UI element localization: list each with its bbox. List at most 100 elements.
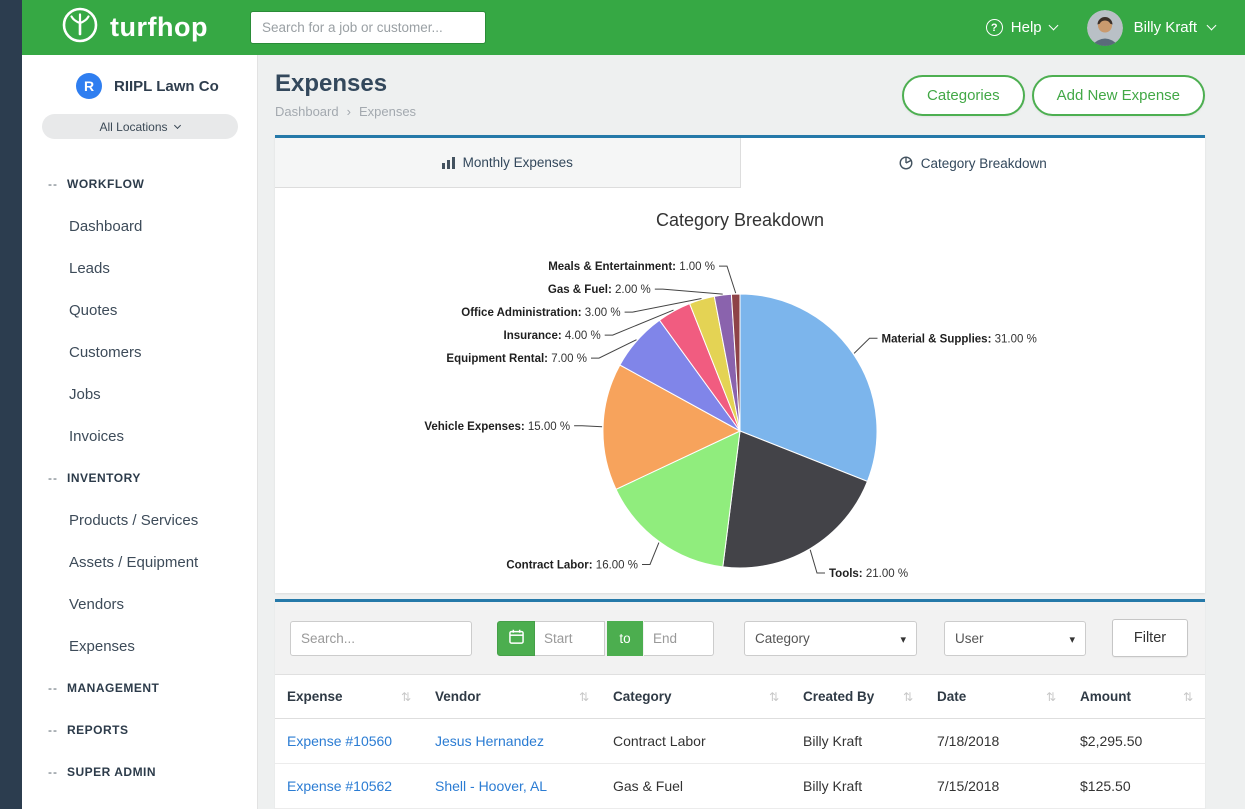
- brand-name: turfhop: [110, 12, 208, 43]
- created-by-cell: Billy Kraft: [791, 719, 925, 763]
- created-by-cell: Billy Kraft: [791, 764, 925, 808]
- column-header-date[interactable]: Date: [925, 675, 1068, 719]
- column-header-amount[interactable]: Amount: [1068, 675, 1205, 719]
- chart-title: Category Breakdown: [656, 210, 824, 230]
- category-cell: Contract Labor: [601, 719, 791, 763]
- tree-dash-icon: [48, 471, 58, 485]
- sidebar-nav: WORKFLOW Dashboard Leads Quotes Customer…: [22, 163, 257, 793]
- pie-label: Office Administration: 3.00 %: [461, 307, 620, 319]
- tab-monthly-expenses[interactable]: Monthly Expenses: [275, 138, 741, 188]
- chevron-down-icon: [1207, 21, 1217, 31]
- locations-label: All Locations: [99, 120, 167, 134]
- filter-bar: to Category User Filter: [275, 602, 1205, 674]
- global-search-input[interactable]: [250, 11, 486, 44]
- breadcrumb-dashboard[interactable]: Dashboard: [275, 104, 339, 119]
- sort-arrows-icon[interactable]: [579, 689, 589, 704]
- date-cell: 7/15/2018: [925, 764, 1068, 808]
- bar-chart-icon: [442, 157, 455, 169]
- sort-arrows-icon[interactable]: [903, 689, 913, 704]
- page-title: Expenses: [275, 71, 416, 97]
- tab-category-breakdown[interactable]: Category Breakdown: [741, 138, 1206, 188]
- nav-section-super-admin[interactable]: SUPER ADMIN: [22, 751, 257, 793]
- user-menu[interactable]: Billy Kraft: [1087, 10, 1215, 46]
- expense-link[interactable]: Expense #10560: [287, 733, 392, 749]
- left-edge-strip: [0, 0, 22, 809]
- company: R RIIPL Lawn Co: [22, 73, 257, 99]
- breadcrumb-expenses: Expenses: [359, 104, 416, 119]
- categories-button[interactable]: Categories: [902, 75, 1025, 116]
- company-logo: R: [76, 73, 102, 99]
- date-end-input[interactable]: [644, 621, 714, 656]
- help-label: Help: [1011, 19, 1042, 36]
- table-header-row: Expense Vendor Category Created By Date …: [275, 675, 1205, 719]
- user-select[interactable]: User: [944, 621, 1086, 656]
- nav-section-inventory: INVENTORY: [22, 457, 257, 499]
- sidebar-item-quotes[interactable]: Quotes: [22, 289, 257, 331]
- tree-dash-icon: [48, 765, 58, 779]
- sidebar-item-expenses[interactable]: Expenses: [22, 625, 257, 667]
- sidebar-item-dashboard[interactable]: Dashboard: [22, 205, 257, 247]
- calendar-button[interactable]: [497, 621, 535, 656]
- vendor-link[interactable]: Shell - Hoover, AL: [435, 778, 547, 794]
- sidebar-item-assets-equipment[interactable]: Assets / Equipment: [22, 541, 257, 583]
- filter-table-card: to Category User Filter Expens: [275, 599, 1205, 809]
- table-row: Expense #10562 Shell - Hoover, AL Gas & …: [275, 764, 1205, 809]
- pie-label-connector: [642, 543, 659, 565]
- filter-button[interactable]: Filter: [1112, 619, 1188, 657]
- sidebar-item-jobs[interactable]: Jobs: [22, 373, 257, 415]
- chevron-right-icon: [347, 104, 351, 119]
- sort-arrows-icon[interactable]: [1183, 689, 1193, 704]
- nav-section-reports[interactable]: REPORTS: [22, 709, 257, 751]
- turfhop-logo-icon: [60, 5, 100, 50]
- chevron-down-icon: [173, 122, 180, 129]
- nav-section-workflow: WORKFLOW: [22, 163, 257, 205]
- amount-cell: $2,295.50: [1068, 719, 1205, 763]
- sidebar-item-leads[interactable]: Leads: [22, 247, 257, 289]
- pie-label-connector: [810, 550, 825, 573]
- locations-dropdown[interactable]: All Locations: [42, 114, 238, 139]
- tab-bar: Monthly Expenses Category Breakdown: [275, 138, 1205, 188]
- nav-section-management[interactable]: MANAGEMENT: [22, 667, 257, 709]
- add-new-expense-button[interactable]: Add New Expense: [1032, 75, 1205, 116]
- date-start-input[interactable]: [535, 621, 605, 656]
- topbar: turfhop Help Billy Kraft: [22, 0, 1245, 55]
- sidebar-item-invoices[interactable]: Invoices: [22, 415, 257, 457]
- main-content: Expenses Dashboard Expenses Categories A…: [258, 55, 1245, 809]
- chart-card: Monthly Expenses Category Breakdown Cate…: [275, 135, 1205, 593]
- table-row: Expense #10560 Jesus Hernandez Contract …: [275, 719, 1205, 764]
- sidebar: R RIIPL Lawn Co All Locations WORKFLOW D…: [22, 55, 258, 809]
- topbar-right: Help Billy Kraft: [986, 10, 1215, 46]
- caret-down-icon: [900, 631, 906, 646]
- pie-label: Tools: 21.00 %: [829, 568, 908, 580]
- sort-arrows-icon[interactable]: [769, 689, 779, 704]
- pie-label: Meals & Entertainment: 1.00 %: [548, 261, 715, 273]
- date-cell: 7/18/2018: [925, 719, 1068, 763]
- pie-label: Gas & Fuel: 2.00 %: [548, 284, 651, 296]
- column-header-vendor[interactable]: Vendor: [423, 675, 601, 719]
- pie-label: Contract Labor: 16.00 %: [506, 560, 638, 572]
- pie-label: Material & Supplies: 31.00 %: [882, 333, 1037, 345]
- pie-label-connector: [574, 426, 602, 427]
- sort-arrows-icon[interactable]: [401, 689, 411, 704]
- column-header-created-by[interactable]: Created By: [791, 675, 925, 719]
- vendor-link[interactable]: Jesus Hernandez: [435, 733, 544, 749]
- calendar-icon: [509, 629, 524, 647]
- user-avatar: [1087, 10, 1123, 46]
- expenses-table: Expense Vendor Category Created By Date …: [275, 674, 1205, 809]
- chevron-down-icon: [1048, 21, 1058, 31]
- category-select[interactable]: Category: [744, 621, 917, 656]
- help-menu[interactable]: Help: [986, 19, 1057, 36]
- sort-arrows-icon[interactable]: [1046, 689, 1056, 704]
- pie-label-connector: [854, 338, 877, 353]
- sidebar-item-vendors[interactable]: Vendors: [22, 583, 257, 625]
- sidebar-item-customers[interactable]: Customers: [22, 331, 257, 373]
- column-header-category[interactable]: Category: [601, 675, 791, 719]
- tree-dash-icon: [48, 177, 58, 191]
- table-search-input[interactable]: [290, 621, 472, 656]
- pie-label: Equipment Rental: 7.00 %: [446, 353, 587, 365]
- expense-link[interactable]: Expense #10562: [287, 778, 392, 794]
- sidebar-item-products-services[interactable]: Products / Services: [22, 499, 257, 541]
- column-header-expense[interactable]: Expense: [275, 675, 423, 719]
- brand[interactable]: turfhop: [60, 5, 208, 50]
- date-range-picker: to: [497, 621, 714, 656]
